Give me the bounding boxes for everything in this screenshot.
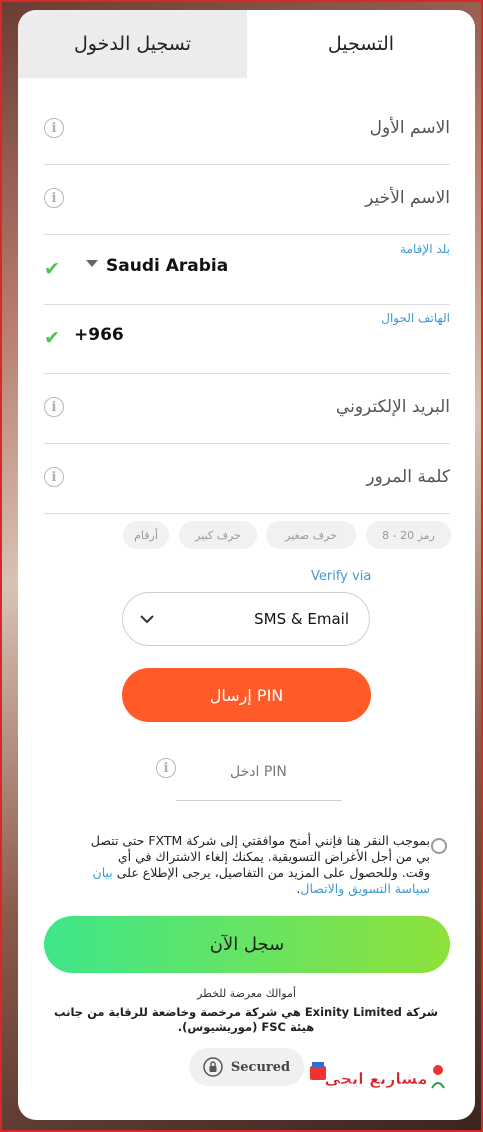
site-logo: مشاريع ايجي [310,1062,445,1089]
info-icon[interactable]: i [44,118,64,138]
chevron-down-icon [140,615,154,624]
tab-register[interactable]: التسجيل [247,10,475,78]
info-icon[interactable]: i [44,397,64,417]
send-pin-button[interactable]: إرسال PIN [122,668,371,722]
last-name-field[interactable]: الاسم الأخير i [44,164,450,235]
password-rules: أرقام حرف كبير حرف صغير 8 - 20 رمز [123,521,451,549]
password-placeholder: كلمة المرور [366,467,450,487]
verify-method-select[interactable]: SMS & Email [122,592,370,646]
pin-input[interactable]: i ادخل PIN [156,750,342,801]
registration-card: تسجيل الدخول التسجيل الاسم الأول i الاسم… [18,10,475,1120]
legal-notice: شركة Exinity Limited هي شركة مرخصة وخاضع… [53,1005,439,1034]
consent-radio[interactable] [431,838,447,854]
phone-label: الهاتف الجوال [381,311,450,325]
info-icon[interactable]: i [44,188,64,208]
check-icon: ✔ [44,258,60,280]
rule-digits: أرقام [123,521,169,549]
verify-via-label: Verify via [311,569,372,584]
country-value: Saudi Arabia [106,256,229,276]
logo-text: مشاريع ايجي [324,1069,427,1089]
marketing-consent: بموجب النقر هنا فإنني أمنح موافقتي إلى ش… [90,833,430,897]
secured-badge: Secured [189,1048,304,1086]
lock-icon [203,1057,223,1077]
email-placeholder: البريد الإلكتروني [335,397,450,417]
risk-warning: أموالك معرضة للخطر [197,987,296,1000]
password-field[interactable]: كلمة المرور i [44,443,450,514]
verify-method-value: SMS & Email [254,610,349,628]
phone-value: +966 [74,325,124,345]
phone-field[interactable]: الهاتف الجوال ✔ +966 [44,303,450,374]
register-now-button[interactable]: سجل الآن [44,916,450,973]
email-field[interactable]: البريد الإلكتروني i [44,373,450,444]
first-name-placeholder: الاسم الأول [369,118,450,138]
rule-uppercase: حرف كبير [179,521,257,549]
country-label: بلد الإقامة [400,242,450,256]
rule-lowercase: حرف صغير [266,521,356,549]
caret-down-icon[interactable] [86,260,98,267]
last-name-placeholder: الاسم الأخير [365,188,450,208]
tab-login[interactable]: تسجيل الدخول [18,10,247,78]
info-icon[interactable]: i [44,467,64,487]
info-icon[interactable]: i [156,758,176,778]
pin-placeholder: ادخل PIN [230,764,287,780]
consent-text: بموجب النقر هنا فإنني أمنح موافقتي إلى ش… [90,833,430,880]
first-name-field[interactable]: الاسم الأول i [44,94,450,165]
check-icon: ✔ [44,327,60,349]
secured-label: Secured [230,1059,291,1075]
auth-tabs: تسجيل الدخول التسجيل [18,10,475,78]
rule-length: 8 - 20 رمز [366,521,451,549]
country-field[interactable]: بلد الإقامة ✔ Saudi Arabia [44,234,450,305]
